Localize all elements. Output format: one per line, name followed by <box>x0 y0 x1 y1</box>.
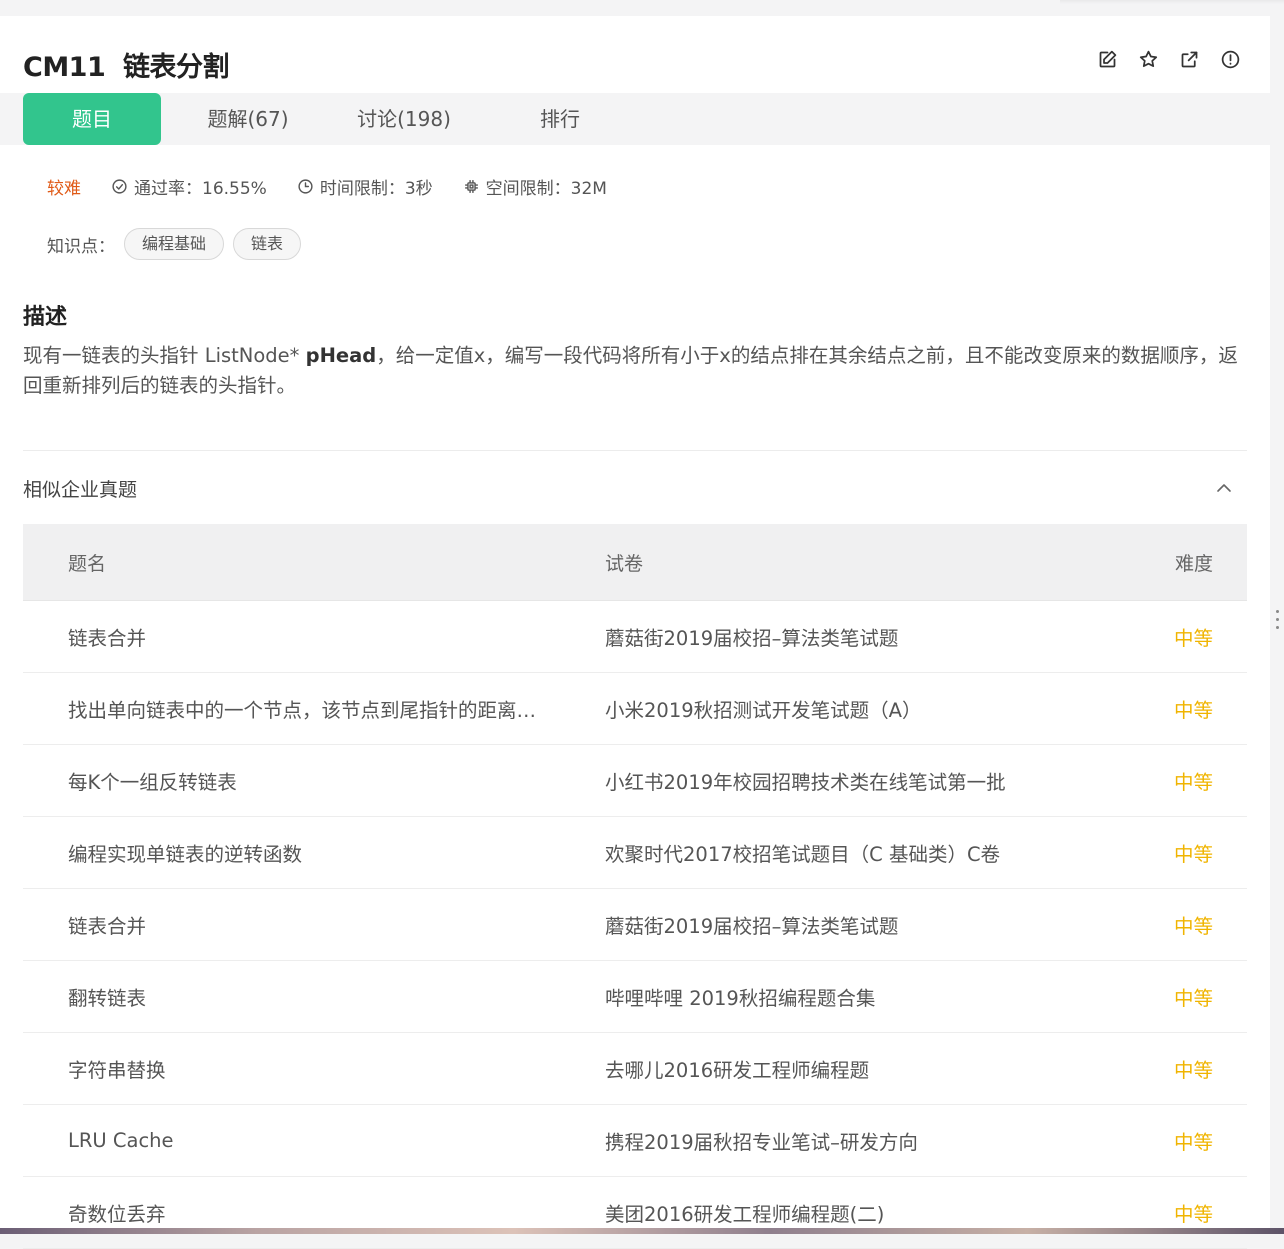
row-difficulty: 中等 <box>1173 1059 1213 1082</box>
table-header: 题名 试卷 难度 <box>23 524 1247 601</box>
table-row[interactable]: 编程实现单链表的逆转函数 欢聚时代2017校招笔试题目（C 基础类）C卷 中等 <box>23 817 1247 889</box>
description-heading: 描述 <box>23 305 68 330</box>
description-part-1: 现有一链表的头指针 ListNode* <box>23 344 306 367</box>
space-limit: 空间限制：32M <box>463 174 607 199</box>
row-difficulty: 中等 <box>1173 699 1213 722</box>
tab-solutions[interactable]: 题解(67) <box>180 93 316 145</box>
space-limit-text: 空间限制：32M <box>485 179 607 199</box>
col-level-header: 难度 <box>1174 552 1213 575</box>
col-name-header: 题名 <box>68 552 107 575</box>
pass-rate: 通过率：16.55% <box>111 174 267 199</box>
table-row[interactable]: 翻转链表 哔哩哔哩 2019秋招编程题合集 中等 <box>23 961 1247 1033</box>
row-difficulty: 中等 <box>1173 627 1213 650</box>
row-paper[interactable]: 小米2019秋招测试开发笔试题（A） <box>605 673 921 744</box>
row-difficulty: 中等 <box>1173 771 1213 794</box>
table-row[interactable]: 奇数位丢弃 美团2016研发工程师编程题(二) 中等 <box>23 1177 1247 1249</box>
table-row[interactable]: 找出单向链表中的一个节点，该节点到尾指针的距离… 小米2019秋招测试开发笔试题（… <box>23 673 1247 745</box>
table-row[interactable]: 字符串替换 去哪儿2016研发工程师编程题 中等 <box>23 1033 1247 1105</box>
row-difficulty: 中等 <box>1173 843 1213 866</box>
row-title[interactable]: 字符串替换 <box>68 1033 578 1104</box>
check-circle-icon <box>112 179 127 194</box>
header-actions <box>1096 48 1241 70</box>
similar-table: 题名 试卷 难度 链表合并 蘑菇街2019届校招–算法类笔试题 中等 找出单向链表中的… <box>23 524 1247 1249</box>
knowledge-label: 知识点： <box>47 236 115 257</box>
pass-rate-text: 通过率：16.55% <box>134 179 267 199</box>
table-row[interactable]: 每K个一组反转链表 小红书2019年校园招聘技术类在线笔试第一批 中等 <box>23 745 1247 817</box>
row-title[interactable]: 每K个一组反转链表 <box>68 745 578 816</box>
row-paper[interactable]: 欢聚时代2017校招笔试题目（C 基础类）C卷 <box>605 817 1000 888</box>
page-title: CM11 链表分割 <box>23 52 230 83</box>
chevron-up-icon[interactable] <box>1212 476 1236 500</box>
row-title[interactable]: 奇数位丢弃 <box>68 1177 578 1248</box>
row-paper[interactable]: 携程2019届秋招专业笔试–研发方向 <box>605 1105 918 1176</box>
table-row[interactable]: LRU Cache 携程2019届秋招专业笔试–研发方向 中等 <box>23 1105 1247 1177</box>
more-icon[interactable] <box>1276 610 1280 634</box>
problem-meta: 较难 通过率：16.55% 时间限制：3秒 空间限制：32M <box>47 174 637 199</box>
tab-bar: 题目 题解(67) 讨论(198) 排行 <box>0 93 1270 145</box>
row-paper[interactable]: 蘑菇街2019届校招–算法类笔试题 <box>605 601 898 672</box>
table-row[interactable]: 链表合并 蘑菇街2019届校招–算法类笔试题 中等 <box>23 601 1247 673</box>
row-difficulty: 中等 <box>1173 915 1213 938</box>
row-difficulty: 中等 <box>1173 1203 1213 1226</box>
row-paper[interactable]: 哔哩哔哩 2019秋招编程题合集 <box>605 961 875 1032</box>
top-shadow <box>1060 0 1284 4</box>
tab-ranking[interactable]: 排行 <box>492 93 628 145</box>
bottom-strip <box>0 1228 1284 1234</box>
description-text: 现有一链表的头指针 ListNode* pHead，给一定值x，编写一段代码将所… <box>23 341 1238 401</box>
row-difficulty: 中等 <box>1173 1131 1213 1154</box>
share-icon[interactable] <box>1178 48 1200 70</box>
knowledge-tags: 知识点： 编程基础 链表 <box>47 228 302 260</box>
tab-problem[interactable]: 题目 <box>23 93 161 145</box>
tag-programming-basics[interactable]: 编程基础 <box>124 228 225 260</box>
time-limit-text: 时间限制：3秒 <box>319 179 433 199</box>
report-icon[interactable] <box>1219 48 1241 70</box>
row-title[interactable]: LRU Cache <box>68 1105 578 1176</box>
tag-linked-list[interactable]: 链表 <box>233 228 302 260</box>
table-body: 链表合并 蘑菇街2019届校招–算法类笔试题 中等 找出单向链表中的一个节点，该节点到… <box>23 601 1247 1249</box>
description-bold: pHead <box>305 344 377 367</box>
chip-icon <box>464 180 478 193</box>
col-paper-header: 试卷 <box>605 552 644 575</box>
row-paper[interactable]: 去哪儿2016研发工程师编程题 <box>605 1033 869 1104</box>
similar-heading: 相似企业真题 <box>23 479 138 501</box>
row-paper[interactable]: 美团2016研发工程师编程题(二) <box>605 1177 884 1248</box>
difficulty-badge: 较难 <box>47 179 81 199</box>
row-title[interactable]: 编程实现单链表的逆转函数 <box>68 817 578 888</box>
table-row[interactable]: 链表合并 蘑菇街2019届校招–算法类笔试题 中等 <box>23 889 1247 961</box>
row-title[interactable]: 翻转链表 <box>68 961 578 1032</box>
star-icon[interactable] <box>1137 48 1159 70</box>
row-paper[interactable]: 蘑菇街2019届校招–算法类笔试题 <box>605 889 898 960</box>
time-limit: 时间限制：3秒 <box>297 174 433 199</box>
divider <box>23 450 1247 451</box>
edit-icon[interactable] <box>1096 48 1118 70</box>
row-title[interactable]: 找出单向链表中的一个节点，该节点到尾指针的距离… <box>68 673 578 744</box>
tab-discussion[interactable]: 讨论(198) <box>336 93 472 145</box>
row-difficulty: 中等 <box>1173 987 1213 1010</box>
row-title[interactable]: 链表合并 <box>68 601 578 672</box>
clock-icon <box>298 179 313 194</box>
row-paper[interactable]: 小红书2019年校园招聘技术类在线笔试第一批 <box>605 745 1006 816</box>
problem-panel: CM11 链表分割 题目 题解(67) 讨论(198) 排行 较难 通过率：16… <box>0 16 1270 1249</box>
row-title[interactable]: 链表合并 <box>68 889 578 960</box>
